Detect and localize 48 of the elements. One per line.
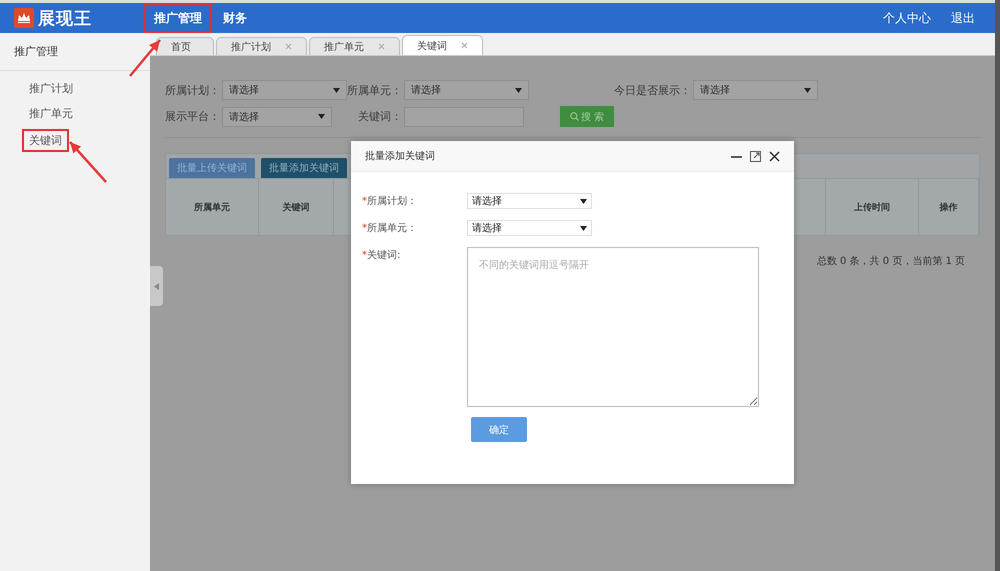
app-logo-text: 展现王: [38, 8, 92, 30]
form-label: *所属单元：: [362, 222, 417, 236]
filter-label: 今日是否展示：: [614, 82, 692, 98]
column-header: 关键词: [282, 201, 310, 214]
dropdown-caret-icon: [515, 88, 522, 92]
select-field[interactable]: 请选择: [467, 220, 592, 236]
tab[interactable]: 推广单元: [309, 37, 400, 55]
close-icon[interactable]: [769, 150, 780, 162]
search-icon: [570, 112, 579, 121]
tab[interactable]: 关键词: [402, 35, 483, 55]
dialog-title: 批量添加关键词: [365, 150, 436, 163]
filter-label: 关键词：: [357, 109, 403, 124]
nav-link[interactable]: 推广管理: [146, 6, 210, 30]
collapse-arrow-icon: [154, 282, 159, 290]
tab[interactable]: 推广计划: [216, 37, 307, 55]
filter-label: 所属单元：: [347, 82, 403, 98]
maximize-icon[interactable]: [750, 150, 761, 162]
dropdown-caret-icon: [580, 198, 587, 204]
nav-link[interactable]: 财务: [215, 6, 255, 30]
sidebar-item[interactable]: 推广单元: [24, 104, 78, 123]
crown-logo-icon: [14, 8, 34, 28]
dropdown-caret-icon: [580, 226, 587, 230]
form-label: *关键词:: [362, 248, 400, 263]
filter-label: 所属计划：: [165, 82, 221, 98]
form-label: *所属计划：: [362, 194, 417, 209]
select-field[interactable]: 请选择: [222, 80, 347, 100]
keywords-textarea[interactable]: 不同的关键词用逗号隔开: [467, 247, 759, 407]
column-header: 上传时间: [854, 201, 890, 214]
select-field[interactable]: 请选择: [222, 106, 332, 126]
dropdown-caret-icon: [318, 114, 325, 119]
sidebar-item[interactable]: 推广计划: [24, 79, 78, 98]
select-field[interactable]: 请选择: [693, 80, 818, 100]
header-link[interactable]: 退出: [951, 10, 975, 26]
dropdown-caret-icon: [333, 88, 340, 92]
select-field[interactable]: 请选择: [404, 80, 529, 100]
sidebar-item[interactable]: 关键词: [24, 131, 67, 150]
confirm-button[interactable]: 确定: [471, 417, 527, 442]
column-header: 所属单元: [194, 202, 230, 214]
dropdown-caret-icon: [804, 88, 812, 92]
action-button[interactable]: 批量添加关键词: [261, 158, 347, 178]
header-link[interactable]: 个人中心: [883, 10, 931, 26]
tab[interactable]: 首页: [156, 37, 214, 55]
column-header: 操作: [940, 202, 958, 214]
pagination-text: 总数 0 条，共 0 页，当前第 1 页: [816, 256, 965, 267]
annotation-arrow: [129, 39, 161, 77]
filter-label: 展示平台：: [165, 109, 221, 124]
select-field[interactable]: 请选择: [467, 193, 592, 209]
collapse-handle[interactable]: [150, 266, 163, 306]
